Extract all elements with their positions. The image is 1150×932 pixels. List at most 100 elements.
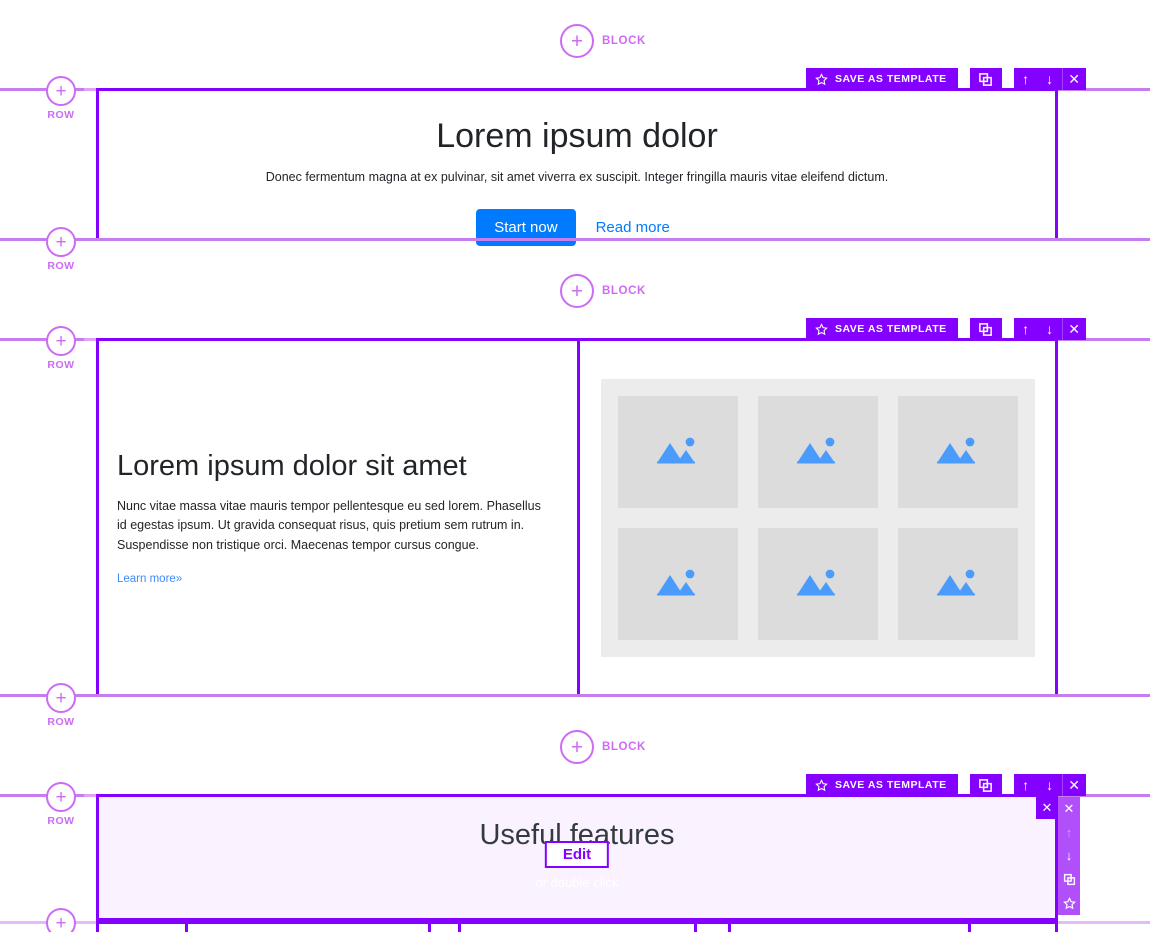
duplicate-section-button-feature[interactable] [969,318,1002,340]
toolbar-gap [958,318,970,340]
section-bottom-rule-2 [0,694,1150,697]
add-block-button-3[interactable]: + BLOCK [560,730,646,764]
delete-section-button-hero[interactable]: ✕ [1061,68,1086,90]
hero-section[interactable]: Lorem ipsum dolor Donec fermentum magna … [96,88,1058,246]
move-section-up-button-feature[interactable]: ↑ [1014,318,1038,340]
plus-icon: + [46,683,76,713]
column-divider [458,921,461,932]
feature-columns: Lorem ipsum dolor sit amet Nunc vitae ma… [99,341,1055,694]
plus-icon: + [560,730,594,764]
add-block-label: BLOCK [602,35,646,47]
move-section-down-button-useful[interactable]: ↓ [1038,774,1062,796]
star-icon [815,72,828,85]
image-gallery-grid [600,378,1035,657]
image-placeholder-icon [656,569,695,595]
save-as-template-label: SAVE AS TEMPLATE [835,323,947,335]
column-divider [428,921,431,932]
move-element-up-button[interactable]: ↑ [1058,821,1080,845]
column-divider [96,921,99,932]
duplicate-icon [1063,873,1075,886]
toolbar-gap [958,774,970,796]
plus-icon: + [46,782,76,812]
save-as-template-button-feature[interactable]: SAVE AS TEMPLATE [806,318,958,340]
add-row-button-2[interactable]: + ROW [38,227,84,272]
move-section-down-button-hero[interactable]: ↓ [1038,68,1062,90]
delete-section-button-useful[interactable]: ✕ [1061,774,1086,796]
section-toolbar-useful: SAVE AS TEMPLATE ↑ ↓ ✕ [806,774,1086,796]
add-row-label: ROW [47,109,75,121]
move-element-down-button[interactable]: ↓ [1058,844,1080,868]
move-section-down-button-feature[interactable]: ↓ [1038,318,1062,340]
close-element-button[interactable]: ✕ [1058,797,1080,821]
next-row-top-border [96,921,1058,924]
add-row-button-5[interactable]: + ROW [38,782,84,827]
add-block-label: BLOCK [602,285,646,297]
add-block-button-2[interactable]: + BLOCK [560,274,646,308]
section-move-group-hero: ↑ ↓ ✕ [1013,68,1086,90]
feature-section[interactable]: Lorem ipsum dolor sit amet Nunc vitae ma… [96,338,1058,697]
save-as-template-button-useful[interactable]: SAVE AS TEMPLATE [806,774,958,796]
image-placeholder-tile[interactable] [897,395,1018,508]
feature-gallery-column[interactable] [580,341,1055,694]
star-icon [1062,896,1076,909]
column-divider [968,921,971,932]
feature-paragraph: Nunc vitae massa vitae mauris tempor pel… [117,498,541,552]
image-placeholder-tile[interactable] [757,527,878,640]
hero-paragraph: Donec fermentum magna at ex pulvinar, si… [265,170,889,184]
hero-heading: Lorem ipsum dolor [436,117,718,155]
add-row-label: ROW [47,716,75,728]
page-canvas: + BLOCK + ROW SAVE AS TEMPLATE ↑ ↓ ✕ Lor… [0,0,1150,932]
column-divider [185,921,188,932]
section-move-group-useful: ↑ ↓ ✕ [1013,774,1086,796]
image-placeholder-tile[interactable] [617,527,738,640]
plus-icon: + [46,908,76,932]
toolbar-gap [1002,318,1014,340]
useful-features-content: Useful features Edit or double click [99,797,1055,890]
save-as-template-button-hero[interactable]: SAVE AS TEMPLATE [806,68,958,90]
learn-more-link[interactable]: Learn more» [117,573,559,585]
section-bottom-rule-1 [0,238,1150,241]
add-row-button-1[interactable]: + ROW [38,76,84,121]
plus-icon: + [560,24,594,58]
section-toolbar-hero: SAVE AS TEMPLATE ↑ ↓ ✕ [806,68,1086,90]
add-row-label: ROW [47,359,75,371]
add-row-button-6[interactable]: + ROW [38,908,84,932]
image-placeholder-tile[interactable] [897,527,1018,640]
add-row-button-4[interactable]: + ROW [38,683,84,728]
image-placeholder-tile[interactable] [617,395,738,508]
duplicate-icon [979,322,993,336]
add-row-button-3[interactable]: + ROW [38,326,84,371]
useful-features-section[interactable]: Useful features Edit or double click [96,794,1058,921]
edit-button[interactable]: Edit [544,841,610,868]
image-placeholder-icon [796,437,835,463]
hero-content: Lorem ipsum dolor Donec fermentum magna … [99,91,1055,246]
duplicate-icon [979,72,993,86]
image-placeholder-icon [936,569,975,595]
move-section-up-button-hero[interactable]: ↑ [1014,68,1038,90]
column-divider [728,921,731,932]
element-toolbar: ✕ ↑ ↓ [1058,797,1080,915]
delete-element-button[interactable]: ✕ [1036,797,1058,819]
feature-text-column[interactable]: Lorem ipsum dolor sit amet Nunc vitae ma… [99,341,580,694]
delete-section-button-feature[interactable]: ✕ [1061,318,1086,340]
image-placeholder-icon [936,437,975,463]
section-move-group-feature: ↑ ↓ ✕ [1013,318,1086,340]
add-block-button-1[interactable]: + BLOCK [560,24,646,58]
plus-icon: + [46,227,76,257]
save-as-template-label: SAVE AS TEMPLATE [835,779,947,791]
duplicate-section-button-hero[interactable] [969,68,1002,90]
image-placeholder-tile[interactable] [757,395,878,508]
add-block-label: BLOCK [602,741,646,753]
plus-icon: + [46,76,76,106]
column-divider [694,921,697,932]
move-section-up-button-useful[interactable]: ↑ [1014,774,1038,796]
star-icon [815,778,828,791]
toolbar-gap [1002,774,1014,796]
duplicate-element-button[interactable] [1058,868,1080,892]
duplicate-section-button-useful[interactable] [969,774,1002,796]
favorite-element-button[interactable] [1058,891,1080,915]
toolbar-gap [958,68,970,90]
save-as-template-label: SAVE AS TEMPLATE [835,73,947,85]
image-placeholder-icon [796,569,835,595]
column-divider [1055,921,1058,932]
